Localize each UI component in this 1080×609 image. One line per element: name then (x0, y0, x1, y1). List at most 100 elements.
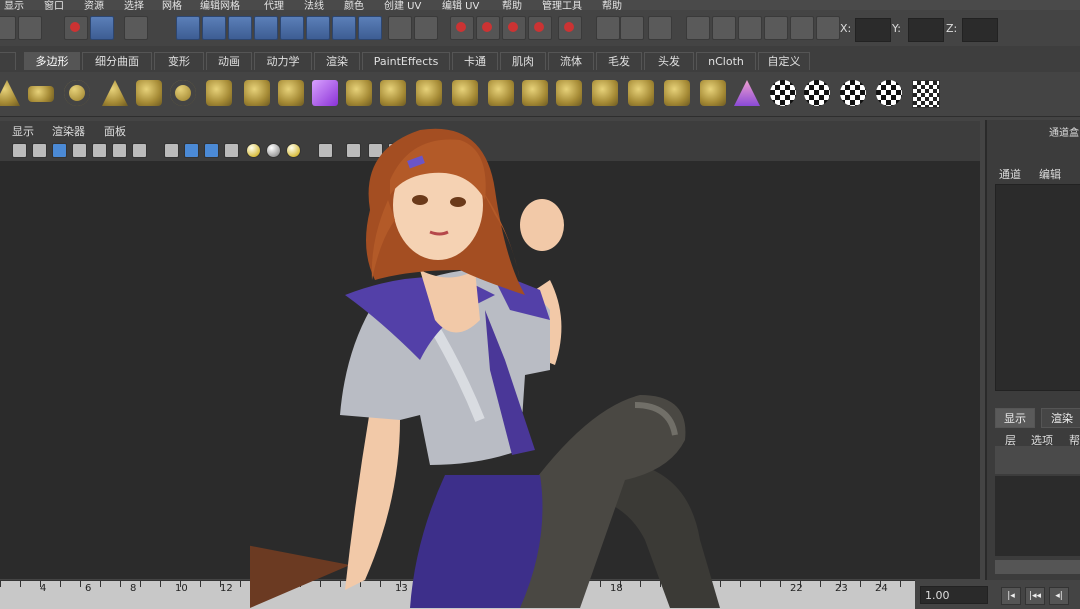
wireframe-icon[interactable] (164, 143, 179, 158)
go-to-start-button[interactable]: |◂ (1001, 587, 1021, 605)
tab-deform[interactable]: 变形 (154, 52, 204, 70)
step-back-button[interactable]: ◂| (1049, 587, 1069, 605)
snap-curve-icon[interactable] (476, 16, 500, 40)
extrude-icon[interactable] (206, 80, 232, 106)
split-icon[interactable] (380, 80, 406, 106)
layer-scrollbar[interactable] (995, 560, 1080, 574)
select-component-icon[interactable] (124, 16, 148, 40)
channel-menu-edit[interactable]: 编辑 (1039, 166, 1061, 182)
camera-icon[interactable] (712, 16, 736, 40)
history-icon[interactable] (414, 16, 438, 40)
channel-list[interactable] (995, 184, 1080, 391)
select-uv-icon[interactable] (306, 16, 330, 40)
magnet-icon[interactable] (558, 16, 582, 40)
tab-dynamics[interactable]: 动力学 (254, 52, 312, 70)
select-multi-icon[interactable] (332, 16, 356, 40)
bookmark-icon[interactable] (72, 143, 87, 158)
camera-attr-icon[interactable] (52, 143, 67, 158)
snap-point-icon[interactable] (502, 16, 526, 40)
texture-icon[interactable] (224, 143, 239, 158)
tab-toon[interactable]: 卡通 (452, 52, 498, 70)
layer-list[interactable] (995, 476, 1080, 556)
merge-icon[interactable] (452, 80, 478, 106)
attribute-icon[interactable] (790, 16, 814, 40)
panel-menu-renderer[interactable]: 渲染器 (52, 123, 85, 139)
plane-icon[interactable] (28, 86, 54, 102)
render-icon[interactable] (596, 16, 620, 40)
mirror-icon[interactable] (592, 80, 618, 106)
tab-custom[interactable]: 自定义 (758, 52, 810, 70)
menu-assets[interactable]: 资源 (84, 0, 104, 10)
pyramid-icon[interactable] (102, 80, 128, 106)
smooth-shade-icon[interactable] (184, 143, 199, 158)
uv-editor-icon[interactable] (912, 80, 940, 108)
poly-cube-icon[interactable] (312, 80, 338, 106)
snap-grid-icon[interactable] (450, 16, 474, 40)
sculpt-icon[interactable] (734, 80, 760, 106)
bridge-icon[interactable] (278, 80, 304, 106)
safe-title-icon[interactable] (132, 143, 147, 158)
select-face-icon[interactable] (280, 16, 304, 40)
tab-animation[interactable]: 动画 (206, 52, 252, 70)
z-field[interactable] (962, 18, 998, 42)
menu-edit-uv[interactable]: 编辑 UV (442, 0, 479, 10)
tab-fur[interactable]: 毛发 (596, 52, 642, 70)
smooth-icon[interactable] (488, 80, 514, 106)
cone-icon[interactable] (0, 80, 20, 106)
menu-mesh[interactable]: 网格 (162, 0, 182, 10)
tab-muscle[interactable]: 肌肉 (500, 52, 546, 70)
select-vertex-icon[interactable] (202, 16, 226, 40)
menu-window[interactable]: 窗口 (44, 0, 64, 10)
mode-icon[interactable] (0, 16, 16, 40)
append-icon[interactable] (346, 80, 372, 106)
transform-field-icon[interactable] (816, 16, 840, 40)
ipr-render-icon[interactable] (620, 16, 644, 40)
camera-select-icon[interactable] (12, 143, 27, 158)
uv-planar-icon[interactable] (770, 80, 796, 106)
panel-menu-panels[interactable]: 面板 (104, 123, 126, 139)
quadrangulate-icon[interactable] (700, 80, 726, 106)
select-edge-icon[interactable] (254, 16, 278, 40)
channel-menu-channels[interactable]: 通道 (999, 166, 1021, 182)
y-field[interactable] (908, 18, 944, 42)
uv-cylindrical-icon[interactable] (804, 80, 830, 106)
tab-display-layer[interactable]: 显示 (995, 408, 1035, 428)
uv-auto-icon[interactable] (876, 80, 902, 106)
torus-icon[interactable] (64, 80, 90, 106)
combine-icon[interactable] (522, 80, 548, 106)
soccer-ball-icon[interactable] (170, 80, 196, 106)
render-settings-icon[interactable] (648, 16, 672, 40)
step-back-key-button[interactable]: |◂◂ (1025, 587, 1045, 605)
hypershade-icon[interactable] (738, 16, 762, 40)
triangulate-icon[interactable] (664, 80, 690, 106)
bevel-icon[interactable] (244, 80, 270, 106)
grid-toggle-icon[interactable] (92, 143, 107, 158)
menu-normals[interactable]: 法线 (304, 0, 324, 10)
tab-prev[interactable] (0, 52, 16, 70)
menu-help[interactable]: 帮助 (602, 0, 622, 10)
menu-select[interactable]: 选择 (124, 0, 144, 10)
reduce-icon[interactable] (628, 80, 654, 106)
tab-render-layer[interactable]: 渲染 (1041, 408, 1080, 428)
uv-spherical-icon[interactable] (840, 80, 866, 106)
menu-display[interactable]: 显示 (4, 0, 24, 10)
tab-rendering[interactable]: 渲染 (314, 52, 360, 70)
menu-tools[interactable]: 管理工具 (542, 0, 582, 10)
current-time-field[interactable]: 1.00 (920, 586, 988, 604)
help-icon[interactable] (358, 16, 382, 40)
separate-icon[interactable] (556, 80, 582, 106)
tab-hair[interactable]: 头发 (644, 52, 694, 70)
film-gate-icon[interactable] (32, 143, 47, 158)
panel-menu-show[interactable]: 显示 (12, 123, 34, 139)
tab-subdiv[interactable]: 细分曲面 (82, 52, 152, 70)
select-hierarchy-icon[interactable] (64, 16, 88, 40)
snap-plane-icon[interactable] (528, 16, 552, 40)
menu-edit-mesh[interactable]: 编辑网格 (200, 0, 240, 10)
tab-painteffects[interactable]: PaintEffects (362, 52, 450, 70)
move-tool-icon[interactable] (176, 16, 200, 40)
wireframe-shaded-icon[interactable] (204, 143, 219, 158)
tab-ncloth[interactable]: nCloth (696, 52, 756, 70)
menu-create-uv[interactable]: 创建 UV (384, 0, 421, 10)
lasso-icon[interactable] (228, 16, 252, 40)
tab-fluids[interactable]: 流体 (548, 52, 594, 70)
